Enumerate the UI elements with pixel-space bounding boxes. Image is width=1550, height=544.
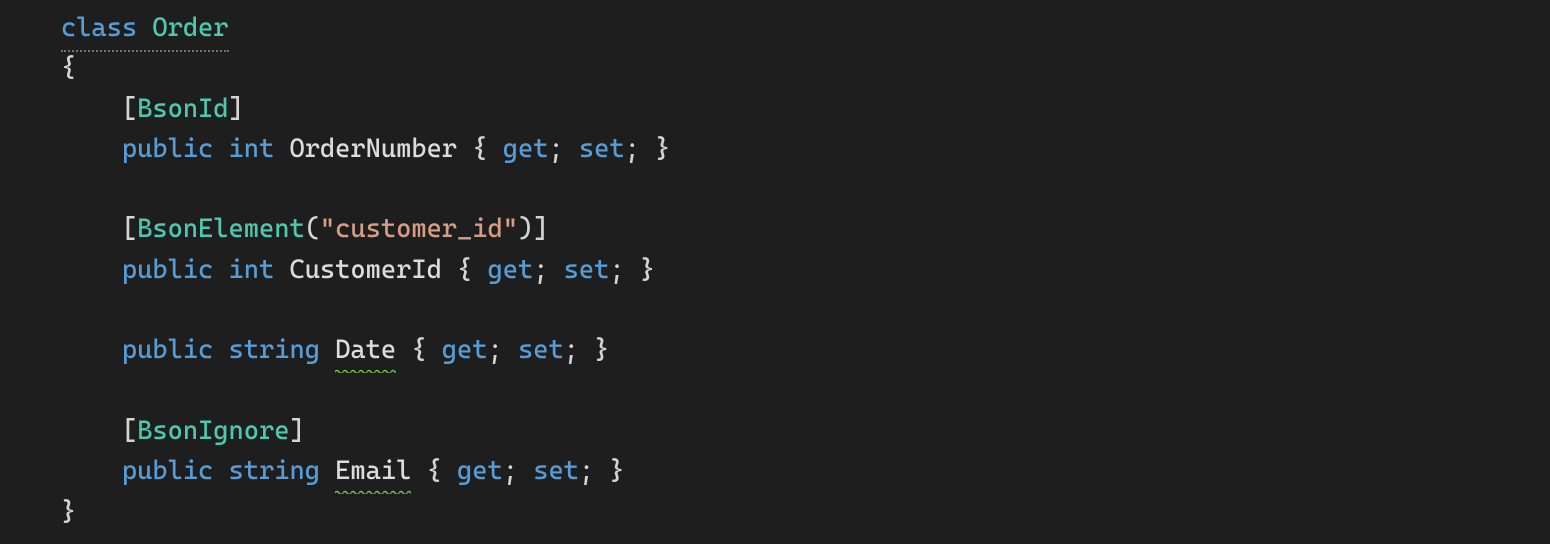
prop-customerid: CustomerId [289,255,441,285]
keyword-class: class [61,13,137,43]
code-line: [BsonIgnore] [0,416,305,446]
code-line: public string Date { get; set; } [0,335,609,365]
prop-email: Email [335,456,411,486]
blank-line [0,295,15,325]
code-line: public string Email { get; set; } [0,456,625,486]
attr-bsonignore: BsonIgnore [137,416,289,446]
code-line: [BsonId] [0,94,244,124]
prop-ordernumber: OrderNumber [289,134,457,164]
code-line: class Order [0,13,229,43]
code-line: public int OrderNumber { get; set; } [0,134,670,164]
attr-bsonelement: BsonElement [137,214,305,244]
class-name: Order [152,13,228,43]
code-line: { [0,53,76,83]
attr-bsonid: BsonId [137,94,228,124]
code-editor[interactable]: class Order { [BsonId] public int OrderN… [0,0,1550,532]
code-line: [BsonElement("customer_id")] [0,214,548,244]
code-line: public int CustomerId { get; set; } [0,255,655,285]
string-customer-id: "customer_id" [320,214,518,244]
blank-line [0,174,15,204]
blank-line [0,376,15,406]
prop-date: Date [335,335,396,365]
code-line: } [0,497,76,527]
